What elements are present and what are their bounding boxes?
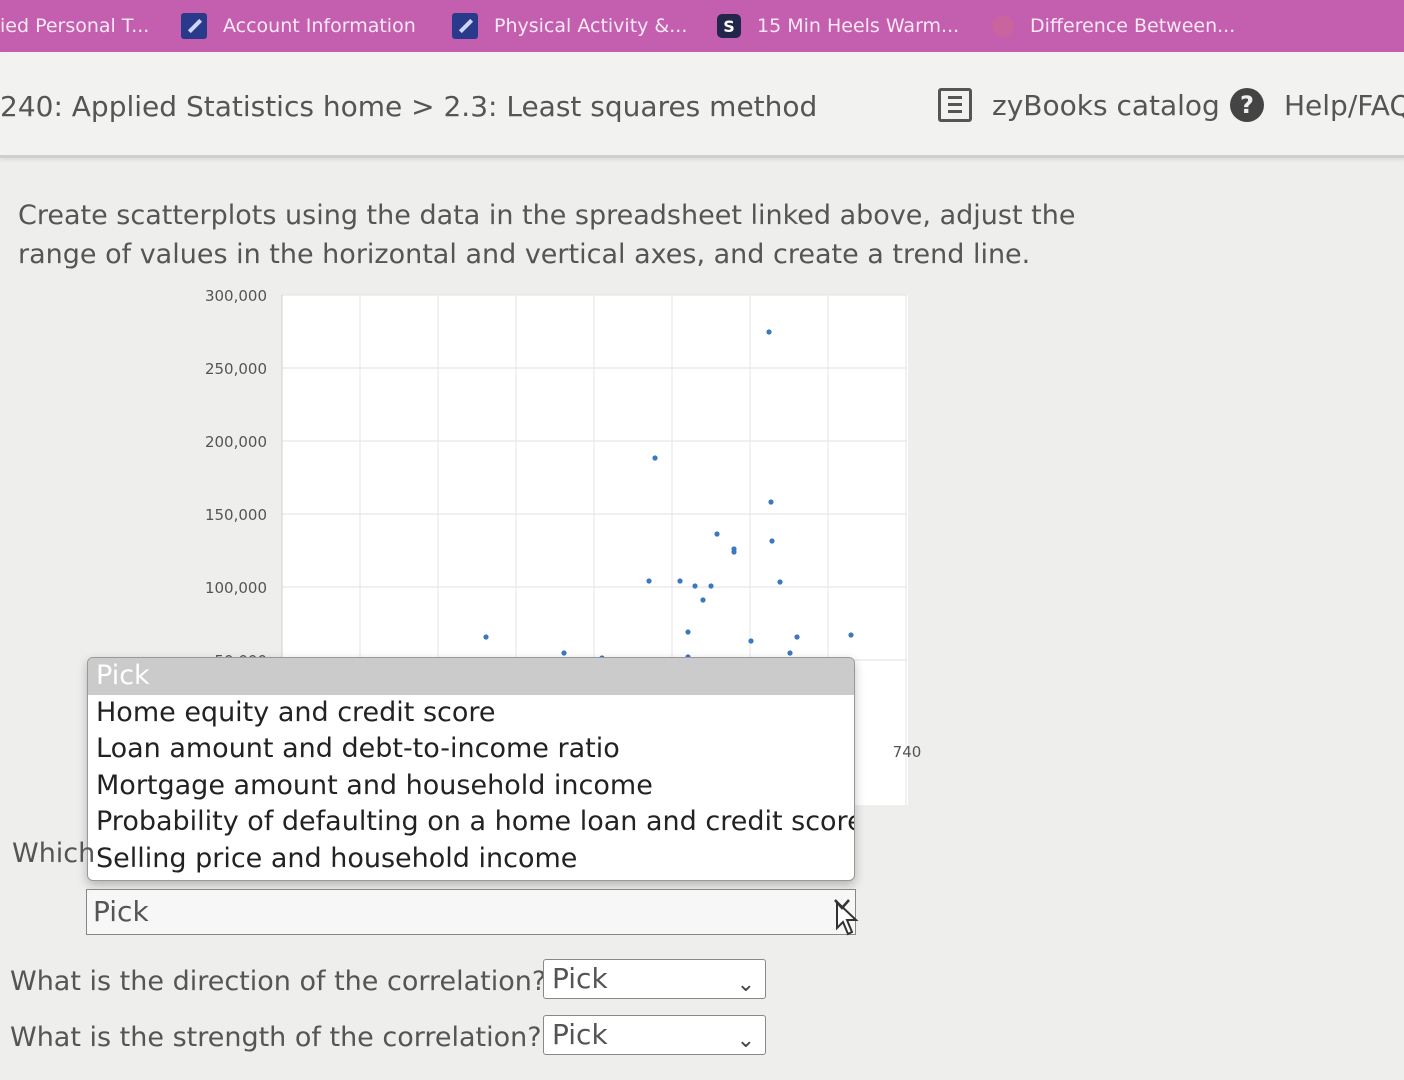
dropdown-option[interactable]: Selling price and household income	[88, 841, 854, 878]
book-icon	[938, 88, 972, 122]
data-point	[652, 455, 658, 461]
bookmark-label: Difference Between...	[1030, 15, 1236, 37]
help-label: Help/FAQ	[1284, 88, 1404, 122]
data-points	[483, 329, 854, 661]
page-header: 240: Applied Statistics home > 2.3: Leas…	[0, 52, 1404, 158]
data-point	[768, 499, 774, 505]
direction-select[interactable]: Pick ⌄	[543, 959, 766, 999]
help-link[interactable]: ? Help/FAQ	[1230, 88, 1404, 122]
y-tick-label: 300,000	[205, 287, 267, 305]
pencil-icon	[181, 13, 207, 39]
bookmark-difference-between[interactable]: Difference Between...	[992, 0, 1235, 52]
instructions-text: Create scatterplots using the data in th…	[18, 200, 1076, 270]
bookmark-personal[interactable]: ied Personal T...	[0, 0, 149, 52]
dropdown-option[interactable]: Mortgage amount and household income	[88, 768, 854, 805]
dropdown-option[interactable]: Home equity and credit score	[88, 695, 854, 732]
bookmark-account-information[interactable]: Account Information	[181, 0, 416, 52]
dropdown-option-pick[interactable]: Pick	[88, 658, 854, 695]
bookmark-label: ied Personal T...	[0, 15, 150, 37]
dropdown-option[interactable]: Probability of defaulting on a home loan…	[88, 804, 854, 841]
data-point	[700, 597, 706, 603]
bookmark-heels-warmup[interactable]: S 15 Min Heels Warm...	[717, 0, 959, 52]
question-partial-text: Which	[12, 838, 96, 869]
chevron-down-icon: ⌄	[736, 972, 755, 997]
catalog-link[interactable]: zyBooks catalog	[938, 88, 1220, 122]
s-icon: S	[717, 14, 741, 38]
data-point	[708, 583, 714, 589]
bookmark-label: Physical Activity &...	[494, 15, 688, 37]
breadcrumb[interactable]: 240: Applied Statistics home > 2.3: Leas…	[0, 90, 817, 123]
data-point	[685, 629, 691, 635]
data-point	[714, 531, 720, 537]
x-tick-label: 740	[893, 743, 922, 761]
help-icon: ?	[1230, 88, 1264, 122]
site-icon	[992, 15, 1014, 37]
y-tick-label: 150,000	[205, 506, 267, 524]
bookmarks-bar: ied Personal T... Account Information Ph…	[0, 0, 1404, 52]
pencil-icon	[452, 13, 478, 39]
data-point	[731, 549, 737, 555]
direction-question: What is the direction of the correlation…	[10, 966, 547, 997]
dropdown-option[interactable]: Loan amount and debt-to-income ratio	[88, 731, 854, 768]
data-point	[646, 578, 652, 584]
data-point	[677, 578, 683, 584]
catalog-label: zyBooks catalog	[992, 88, 1220, 122]
data-point	[848, 632, 854, 638]
bookmark-label: Account Information	[223, 15, 416, 37]
bookmark-label: 15 Min Heels Warm...	[757, 15, 960, 37]
strength-question: What is the strength of the correlation?	[10, 1022, 542, 1053]
strength-select-value: Pick	[552, 1018, 608, 1051]
data-point	[731, 546, 737, 552]
direction-select-value: Pick	[552, 962, 608, 995]
data-point	[692, 583, 698, 589]
pair-select[interactable]: Pick	[86, 889, 856, 935]
data-point	[483, 634, 489, 640]
pair-dropdown-list[interactable]: Pick Home equity and credit score Loan a…	[87, 657, 855, 881]
data-point	[787, 650, 793, 656]
y-tick-label: 100,000	[205, 579, 267, 597]
data-point	[561, 650, 567, 656]
chevron-down-icon: ⌄	[736, 1028, 755, 1053]
data-point	[748, 638, 754, 644]
y-tick-label: 200,000	[205, 433, 267, 451]
data-point	[766, 329, 772, 335]
y-tick-label: 250,000	[205, 360, 267, 378]
bookmark-physical-activity[interactable]: Physical Activity &...	[452, 0, 687, 52]
mouse-cursor-icon	[834, 899, 859, 936]
data-point	[769, 538, 775, 544]
y-axis-labels: 300,000250,000200,000150,000100,00050,00…	[205, 287, 267, 670]
data-point	[777, 579, 783, 585]
data-point	[794, 634, 800, 640]
strength-select[interactable]: Pick ⌄	[543, 1015, 766, 1055]
